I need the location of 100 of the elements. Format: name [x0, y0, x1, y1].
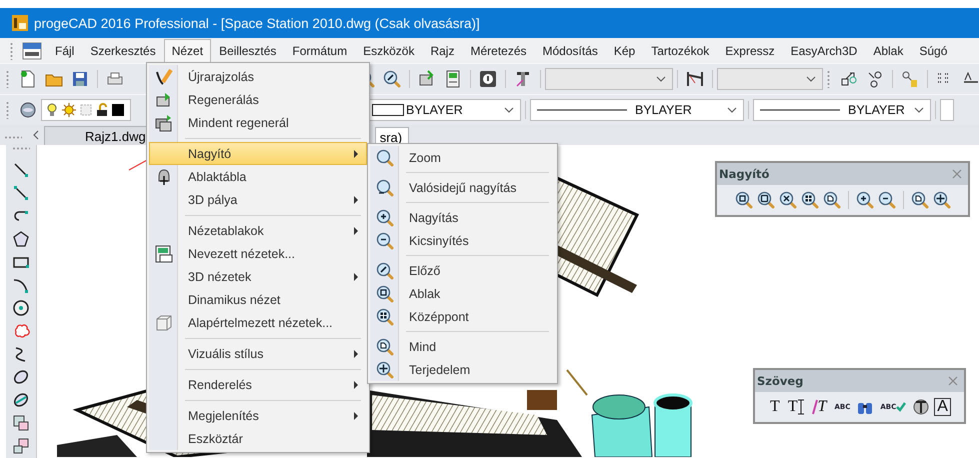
menu-item[interactable]: Megjelenítés — [149, 404, 367, 427]
menu-item[interactable]: Kép — [606, 38, 644, 62]
menu-item[interactable]: Nagyító — [149, 142, 367, 165]
menu-item[interactable]: Regenerálás — [149, 88, 367, 111]
menu-item[interactable]: Ablaktábla — [149, 165, 367, 188]
menu-item[interactable]: Kicsinyítés — [370, 229, 555, 252]
zoom-icon[interactable] — [822, 191, 840, 209]
light-bulb-icon — [46, 103, 58, 117]
menu-item[interactable]: Nevezett nézetek... — [149, 242, 367, 265]
grip-handle[interactable] — [6, 101, 9, 119]
text-tool-button[interactable]: T — [786, 397, 806, 417]
menu-item[interactable]: Tartozékok — [643, 38, 718, 62]
layer-dropdown[interactable] — [41, 99, 131, 121]
text-style-icon[interactable] — [912, 398, 930, 416]
polygon-icon[interactable] — [12, 230, 30, 248]
document-icon[interactable] — [22, 42, 42, 60]
color-swatch-icon — [112, 104, 124, 116]
attribute-icon[interactable] — [840, 70, 858, 88]
menu-item[interactable]: Renderelés — [149, 373, 367, 396]
zoom-icon — [376, 360, 394, 378]
menu-item[interactable]: Előző — [370, 259, 555, 282]
find-icon[interactable] — [901, 70, 919, 88]
menu-item[interactable]: EasyArch3D — [782, 38, 866, 62]
menu-item[interactable]: Valósidejű nagyítás — [370, 176, 555, 199]
zoom-icon[interactable] — [932, 191, 950, 209]
check-icon — [896, 402, 906, 412]
zoom-icon[interactable] — [856, 191, 874, 209]
freeze-icon — [80, 103, 92, 117]
menu-item[interactable]: Dinamikus nézet — [149, 288, 367, 311]
slash-icon — [812, 399, 818, 415]
dimension-style-icon[interactable] — [686, 70, 704, 88]
menu-item[interactable]: Méretezés — [462, 38, 535, 62]
toolbar-title: Szöveg — [757, 374, 804, 388]
menu-item[interactable]: Nézet — [164, 38, 212, 62]
menu-item[interactable]: Expressz — [717, 38, 783, 62]
circle-icon[interactable] — [12, 299, 30, 317]
menu-item[interactable]: Mind — [370, 335, 555, 358]
dropdown[interactable]: BYLAYER — [367, 99, 521, 121]
menu-item[interactable]: Eszközök — [355, 38, 422, 62]
menu-item[interactable]: Fájl — [47, 38, 82, 62]
grip-handle[interactable] — [12, 147, 30, 150]
zoom-icon — [376, 148, 394, 166]
named-views-icon — [155, 244, 173, 262]
grip-handle[interactable] — [827, 70, 830, 88]
text-style-icon[interactable] — [514, 70, 532, 88]
text-tool-button[interactable]: T — [810, 397, 828, 417]
dropdown[interactable]: BYLAYER — [530, 99, 744, 121]
menu-item[interactable]: Formátum — [284, 38, 356, 62]
menu-item[interactable]: Középpont — [370, 305, 555, 328]
window-title: progeCAD 2016 Professional - [Space Station 2010.dwg (Csak olvasásra)] — [34, 16, 480, 30]
zoom-icon — [376, 308, 394, 326]
zoom-icon — [376, 338, 394, 356]
dropdown[interactable]: BYLAYER — [753, 99, 931, 121]
zoom-icon[interactable] — [910, 191, 928, 209]
chevron-down-icon — [914, 107, 924, 113]
cloud-icon[interactable] — [12, 322, 30, 340]
zoom-icon — [376, 232, 394, 250]
pipe-drawing — [566, 369, 588, 396]
menu-item[interactable]: Beillesztés — [211, 38, 284, 62]
new-file-icon[interactable] — [19, 70, 37, 88]
menu-item[interactable]: 3D nézetek — [149, 265, 367, 288]
help-icon[interactable] — [479, 70, 497, 88]
zoom-icon[interactable] — [383, 70, 401, 88]
menu-item[interactable]: Alapértelmezett nézetek... — [149, 311, 367, 334]
grip-handle[interactable] — [6, 70, 9, 88]
line-icon[interactable] — [12, 184, 30, 202]
layers-icon[interactable] — [19, 101, 37, 119]
ellipse-arc-icon[interactable] — [12, 391, 30, 409]
menu-item[interactable]: Zoom — [370, 146, 555, 169]
menu-item[interactable]: Terjedelem — [370, 358, 555, 381]
grip-handle[interactable] — [4, 136, 22, 139]
block-icon[interactable] — [12, 437, 30, 455]
zoom-icon[interactable] — [800, 191, 818, 209]
menu-item[interactable]: Rajz — [422, 38, 462, 62]
panel-icon[interactable] — [444, 70, 462, 88]
menu-item[interactable]: Újrarajzolás — [149, 65, 367, 88]
zoom-icon[interactable] — [778, 191, 796, 209]
zoom-icon[interactable] — [756, 191, 774, 209]
menu-item[interactable]: Ablak — [865, 38, 912, 62]
menu-item[interactable]: Ablak — [370, 282, 555, 305]
menu-item[interactable]: Nézetablakok — [149, 219, 367, 242]
grip-handle[interactable] — [10, 42, 13, 60]
menu-item[interactable]: Eszköztár — [149, 427, 367, 450]
text-tool-button[interactable]: A — [934, 398, 951, 416]
ellipse-icon[interactable] — [12, 368, 30, 386]
menu-item[interactable]: 3D pálya — [149, 188, 367, 211]
chevron-down-icon — [504, 107, 514, 113]
block-insert-icon[interactable] — [12, 414, 30, 432]
save-icon[interactable] — [71, 70, 89, 88]
regenerate-icon[interactable] — [418, 70, 436, 88]
menu-item[interactable]: Módosítás — [534, 38, 606, 62]
menu-item[interactable]: Vizuális stílus — [149, 342, 367, 365]
menu-item[interactable]: Szerkesztés — [82, 38, 164, 62]
text-tool-button[interactable]: T — [768, 397, 782, 417]
zoom-icon[interactable] — [734, 191, 752, 209]
line-icon[interactable] — [12, 161, 30, 179]
menu-item[interactable]: Nagyítás — [370, 206, 555, 229]
block-icon[interactable] — [866, 70, 884, 88]
chevron-left-icon[interactable] — [32, 130, 40, 140]
menu-item[interactable]: Súgó — [911, 38, 956, 62]
